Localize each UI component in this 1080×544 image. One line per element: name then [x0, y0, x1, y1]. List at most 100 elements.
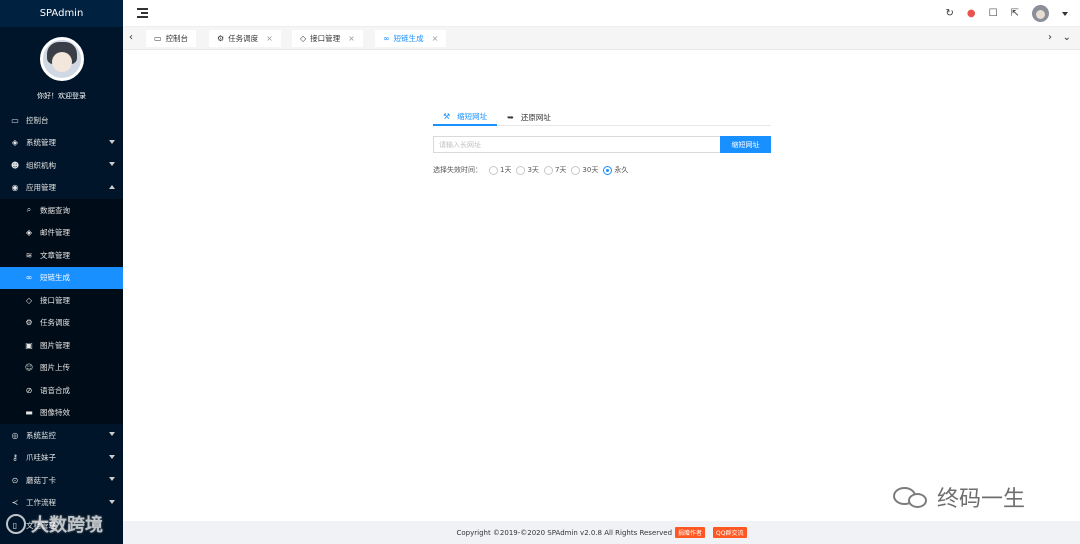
expire-radio-3d[interactable]: 3天 — [516, 165, 539, 175]
share-icon: ≺ — [11, 498, 19, 508]
lock-icon[interactable]: ☐ — [989, 8, 998, 19]
tab-console[interactable]: ▭ 控制台 — [146, 30, 197, 47]
notification-icon[interactable]: ● — [967, 8, 976, 19]
chevron-down-icon — [109, 454, 115, 459]
sidebar-item-image-effects[interactable]: ▬ 图像特效 — [0, 402, 123, 425]
tab-restore-url[interactable]: ➥ 还原网址 — [497, 108, 561, 126]
sidebar-item-articles[interactable]: ≋ 文章管理 — [0, 244, 123, 267]
tabs-scroll-left-icon[interactable]: ‹ — [129, 32, 133, 43]
sidebar-item-label: 蘑菇丁卡 — [26, 475, 56, 485]
sidebar-item-app-management[interactable]: ◉ 应用管理 — [0, 177, 123, 200]
sidebar-item-mogu-clock[interactable]: ⊙ 蘑菇丁卡 — [0, 469, 123, 492]
smile-upload-icon: ☺ — [24, 363, 34, 373]
header-actions: ↻ ● ☐ ⇱ — [946, 5, 1068, 22]
chevron-down-icon — [109, 477, 115, 481]
sidebar-item-mail[interactable]: ◈ 邮件管理 — [0, 222, 123, 245]
expire-label: 选择失效时间： — [433, 166, 482, 174]
sidebar-item-java-girl[interactable]: ⚷ 爪哇妹子 — [0, 447, 123, 470]
sidebar-item-images[interactable]: ▣ 图片管理 — [0, 334, 123, 357]
long-url-input[interactable] — [433, 136, 720, 153]
expire-radio-30d[interactable]: 30天 — [571, 165, 598, 175]
sidebar: SPAdmin 你好！欢迎登录 ▭ 控制台 ◈ 系统管理 ☻ 组织机构 ◉ 应用… — [0, 0, 123, 544]
close-icon[interactable]: × — [432, 34, 439, 43]
sidebar-item-label: 文章管理 — [40, 250, 70, 260]
sidebar-item-label: 数据查询 — [40, 205, 70, 215]
tab-label: 缩短网址 — [457, 111, 488, 121]
watermark-logo-icon — [6, 514, 26, 534]
users-icon: ☻ — [10, 160, 20, 170]
sidebar-item-label: 图片上传 — [40, 363, 70, 373]
effects-icon: ▬ — [25, 408, 33, 418]
sidebar-item-label: 接口管理 — [40, 295, 70, 305]
sidebar-item-image-upload[interactable]: ☺ 图片上传 — [0, 357, 123, 380]
shield-check-icon: ◇ — [300, 34, 307, 43]
close-icon[interactable]: × — [348, 34, 355, 43]
wechat-logo-icon — [893, 484, 931, 510]
sidebar-item-label: 系统监控 — [26, 430, 56, 440]
menu-toggle-icon[interactable] — [137, 8, 148, 18]
shortlink-panel: ⚒ 缩短网址 ➥ 还原网址 缩短网址 选择失效时间： 1天 3天 7天 — [433, 108, 771, 175]
tab-scheduler[interactable]: ⚙ 任务调度 × — [209, 30, 281, 47]
monitor-icon: ▭ — [154, 34, 162, 43]
shorten-button[interactable]: 缩短网址 — [720, 136, 771, 153]
tabs-menu-chevron-down-icon[interactable]: ⌄ — [1063, 32, 1071, 43]
sidebar-item-console[interactable]: ▭ 控制台 — [0, 109, 123, 132]
tab-label: 短链生成 — [393, 34, 424, 43]
shortlink-tabs: ⚒ 缩短网址 ➥ 还原网址 — [433, 108, 771, 126]
link-icon: ∞ — [383, 34, 390, 43]
fullscreen-icon[interactable]: ⇱ — [1011, 8, 1019, 19]
avatar[interactable] — [39, 37, 84, 81]
sidebar-item-shortlink[interactable]: ∞ 短链生成 — [0, 266, 123, 289]
sidebar-item-system-management[interactable]: ◈ 系统管理 — [0, 132, 123, 155]
expire-radio-7d[interactable]: 7天 — [543, 165, 566, 175]
key-icon: ⚷ — [12, 453, 18, 463]
tab-shorten-url[interactable]: ⚒ 缩短网址 — [433, 108, 498, 126]
watermark-text: 终码一生 — [937, 487, 1026, 512]
sidebar-item-label: 爪哇妹子 — [26, 453, 56, 463]
url-input-row: 缩短网址 — [433, 136, 771, 153]
refresh-icon[interactable]: ↻ — [946, 8, 954, 19]
monitor-icon: ▭ — [11, 115, 19, 125]
brand-title[interactable]: SPAdmin — [0, 0, 123, 27]
sidebar-item-label: 短链生成 — [40, 273, 70, 283]
expire-options: 选择失效时间： 1天 3天 7天 30天 永久 — [433, 165, 771, 175]
tab-label: 控制台 — [165, 34, 189, 43]
top-header: ↻ ● ☐ ⇱ — [123, 0, 1080, 27]
tabs-scroll-right-icon[interactable]: › — [1048, 32, 1052, 43]
expire-radio-1d[interactable]: 1天 — [489, 165, 511, 175]
tab-label: 接口管理 — [310, 34, 341, 43]
tab-shortlink[interactable]: ∞ 短链生成 × — [375, 30, 447, 47]
sidebar-item-label: 邮件管理 — [40, 228, 70, 238]
tab-api[interactable]: ◇ 接口管理 × — [292, 30, 363, 47]
sidebar-item-label: 图片管理 — [40, 340, 70, 350]
search-icon: ⌕ — [26, 205, 32, 215]
chevron-down-icon — [109, 162, 115, 166]
wrench-icon: ⚒ — [443, 111, 451, 121]
user-avatar[interactable] — [1032, 5, 1049, 22]
sidebar-item-scheduler[interactable]: ⚙ 任务调度 — [0, 312, 123, 335]
copyright-text: Copyright ©2019-©2020 SPAdmin v2.0.8 All… — [456, 528, 673, 537]
sidebar-item-voice[interactable]: ⊘ 语音合成 — [0, 379, 123, 402]
sidebar-item-monitoring[interactable]: ◎ 系统监控 — [0, 424, 123, 447]
donate-badge[interactable]: 捐赠作者 — [675, 527, 706, 538]
close-icon[interactable]: × — [266, 34, 273, 43]
sidebar-item-data-query[interactable]: ⌕ 数据查询 — [0, 199, 123, 222]
expire-radio-forever[interactable]: 永久 — [603, 165, 628, 175]
sidebar-item-api[interactable]: ◇ 接口管理 — [0, 289, 123, 312]
gear-icon: ⚙ — [217, 34, 225, 43]
watermark-left: 大数跨境 — [6, 511, 103, 537]
voice-icon: ⊘ — [25, 385, 33, 395]
welcome-text: 你好！欢迎登录 — [37, 92, 86, 100]
article-icon: ≋ — [25, 250, 33, 260]
watermark-text: 大数跨境 — [31, 515, 103, 536]
tab-label: 还原网址 — [520, 112, 551, 122]
location-icon: ⊙ — [11, 475, 19, 485]
qq-group-badge[interactable]: QQ群交流 — [713, 527, 747, 538]
camera-icon: ◎ — [11, 430, 19, 440]
chevron-down-icon — [109, 499, 115, 504]
image-icon: ▣ — [25, 340, 33, 350]
app-management-submenu: ⌕ 数据查询 ◈ 邮件管理 ≋ 文章管理 ∞ 短链生成 ◇ 接口管理 ⚙ 任务调… — [0, 199, 123, 424]
sidebar-item-organization[interactable]: ☻ 组织机构 — [0, 154, 123, 177]
tab-label: 任务调度 — [228, 34, 259, 43]
user-dropdown-icon[interactable] — [1062, 11, 1068, 16]
